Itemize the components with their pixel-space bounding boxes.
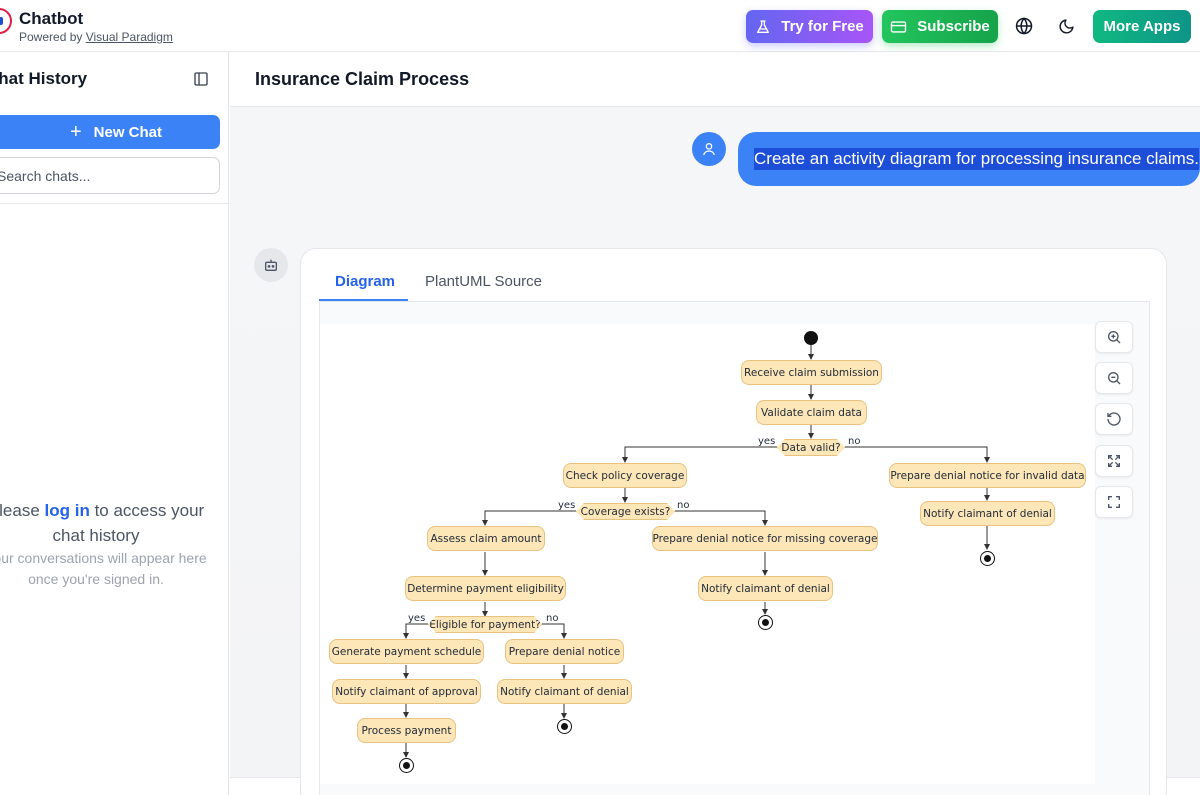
- end-node-1: [980, 551, 995, 566]
- login-prefix: Please: [0, 501, 40, 520]
- branch-no-label: no: [848, 436, 861, 447]
- fit-to-view-button[interactable]: [1095, 445, 1133, 477]
- chat-title: Insurance Claim Process: [255, 69, 470, 89]
- action-notify-denial-2: Notify claimant of denial: [698, 576, 833, 601]
- flask-icon: [757, 19, 770, 33]
- globe-icon[interactable]: [1014, 16, 1034, 36]
- zoom-in-button[interactable]: [1095, 321, 1133, 353]
- visual-paradigm-link[interactable]: Visual Paradigm: [86, 30, 173, 44]
- end-node-3: [557, 719, 572, 734]
- dark-mode-moon-icon[interactable]: [1056, 16, 1076, 36]
- fullscreen-button[interactable]: [1095, 486, 1133, 518]
- subscribe-label: Subscribe: [917, 18, 990, 35]
- end-node-4: [399, 758, 414, 773]
- action-check-policy: Check policy coverage: [563, 463, 687, 488]
- action-validate-data: Validate claim data: [756, 400, 867, 425]
- sidebar-divider: [0, 203, 228, 204]
- diagram-viewer: Receive claim submission Validate claim …: [319, 302, 1150, 795]
- decision-eligible: Eligible for payment?: [428, 616, 542, 633]
- try-for-free-label: Try for Free: [781, 18, 864, 35]
- chat-history-sidebar: Chat History + New Chat Please log in to…: [0, 52, 229, 795]
- action-receive-claim: Receive claim submission: [741, 360, 882, 385]
- decision-coverage-exists: Coverage exists?: [576, 503, 675, 520]
- active-tab-indicator: [319, 299, 408, 301]
- end-node-2: [758, 615, 773, 630]
- tab-plantuml-source[interactable]: PlantUML Source: [425, 273, 542, 301]
- action-determine-eligibility: Determine payment eligibility: [405, 576, 566, 601]
- chatbot-logo-icon: [0, 8, 12, 34]
- zoom-out-icon: [1108, 372, 1121, 385]
- search-chats-input[interactable]: [0, 157, 220, 194]
- fit-view-icon: [1108, 455, 1120, 467]
- start-node: [804, 331, 818, 345]
- login-link[interactable]: log in: [45, 501, 90, 520]
- action-notify-denial-1: Notify claimant of denial: [920, 501, 1055, 526]
- activity-diagram[interactable]: Receive claim submission Validate claim …: [320, 324, 1095, 784]
- tab-diagram[interactable]: Diagram: [335, 273, 395, 301]
- more-apps-button[interactable]: More Apps: [1093, 10, 1191, 43]
- branch-no-label: no: [546, 613, 559, 624]
- zoom-in-icon: [1108, 331, 1121, 344]
- action-notify-approval: Notify claimant of approval: [332, 679, 481, 704]
- chat-title-bar: Insurance Claim Process: [230, 52, 1200, 107]
- action-prep-denial-notice: Prepare denial notice: [505, 639, 624, 664]
- action-prep-missing-notice: Prepare denial notice for missing covera…: [652, 526, 878, 551]
- action-generate-schedule: Generate payment schedule: [329, 639, 484, 664]
- sidebar-title: Chat History: [0, 69, 88, 88]
- sidebar-toggle-icon[interactable]: [193, 71, 209, 87]
- diagram-connectors: [403, 345, 990, 758]
- login-prompt: Please log in to access your chat histor…: [0, 498, 222, 548]
- action-assess-claim: Assess claim amount: [427, 526, 545, 551]
- subscribe-button[interactable]: Subscribe: [882, 10, 998, 43]
- zoom-out-button[interactable]: [1095, 362, 1133, 394]
- action-process-payment: Process payment: [357, 718, 456, 743]
- user-message-text: Create an activity diagram for processin…: [754, 148, 1200, 170]
- branch-yes-label: yes: [558, 500, 576, 511]
- branch-yes-label: yes: [758, 436, 776, 447]
- user-avatar-icon: [692, 132, 726, 166]
- bot-avatar-icon: [254, 248, 288, 282]
- reset-view-button[interactable]: [1095, 403, 1133, 435]
- new-chat-label: New Chat: [93, 123, 163, 141]
- action-notify-denial-3: Notify claimant of denial: [497, 679, 632, 704]
- action-prep-invalid-notice: Prepare denial notice for invalid data: [889, 463, 1086, 488]
- decision-data-valid: Data valid?: [777, 439, 845, 456]
- try-for-free-button[interactable]: Try for Free: [746, 10, 873, 43]
- rotate-ccw-icon: [1107, 412, 1121, 426]
- powered-by: Powered by Visual Paradigm: [19, 30, 173, 44]
- app-header: Chatbot Powered by Visual Paradigm Try f…: [0, 0, 1200, 52]
- powered-by-text: Powered by: [19, 30, 83, 44]
- branch-yes-label: yes: [408, 613, 426, 624]
- fullscreen-icon: [1108, 496, 1120, 508]
- branch-no-label: no: [677, 500, 690, 511]
- new-chat-button[interactable]: + New Chat: [0, 115, 220, 149]
- plus-icon: +: [69, 121, 82, 143]
- app-title: Chatbot: [19, 9, 84, 28]
- bot-response-card: Diagram PlantUML Source Receive claim su…: [300, 248, 1167, 795]
- credit-card-icon: [891, 20, 907, 33]
- login-subtext: Your conversations will appear here once…: [0, 550, 207, 587]
- user-message-bubble: Create an activity diagram for processin…: [738, 132, 1200, 186]
